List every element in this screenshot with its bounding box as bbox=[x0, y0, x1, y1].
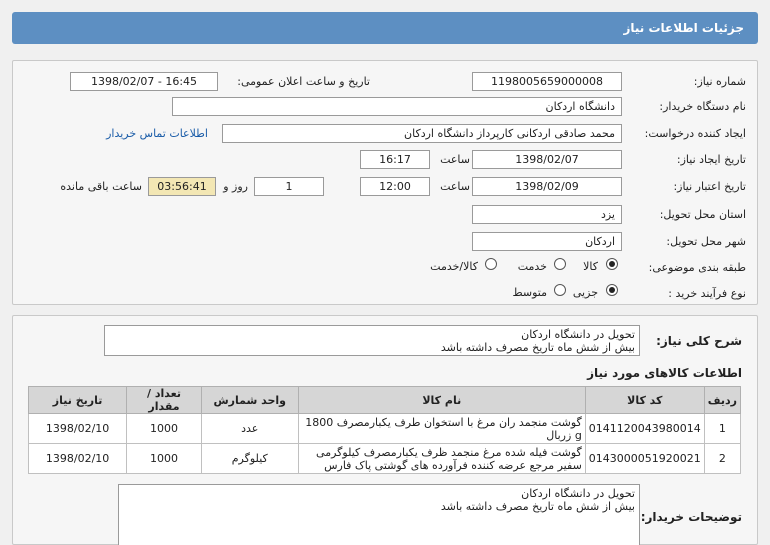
cell-name: گوشت فیله شده مرغ منجمد ظرف یکبارمصرف کی… bbox=[297, 443, 586, 474]
announce-date-field[interactable]: 1398/02/07 - 16:45 bbox=[70, 72, 218, 91]
process-medium-label: متوسط bbox=[512, 286, 547, 299]
col-unit: واحد شمارش bbox=[200, 386, 299, 414]
process-label: نوع فرآیند خرید : bbox=[668, 287, 746, 300]
need-number-field[interactable]: 1198005659000008 bbox=[472, 72, 622, 91]
validity-date-label: تاریخ اعتبار نیاز: bbox=[673, 180, 746, 193]
cell-code: 0141120043980014 bbox=[584, 413, 705, 444]
cell-unit: کیلوگرم bbox=[200, 443, 299, 474]
validity-time-field[interactable]: 12:00 bbox=[360, 177, 430, 196]
city-label: شهر محل تحویل: bbox=[666, 235, 746, 248]
buyer-label: نام دستگاه خریدار: bbox=[659, 100, 746, 113]
create-date-label: تاریخ ایجاد نیاز: bbox=[676, 153, 746, 166]
days-label: روز و bbox=[223, 180, 248, 193]
table-row[interactable]: 1 0141120043980014 گوشت منجمد ران مرغ با… bbox=[27, 413, 742, 444]
province-field[interactable]: یزد bbox=[472, 205, 622, 224]
col-qty: تعداد / مقدار bbox=[126, 386, 202, 414]
create-time-field[interactable]: 16:17 bbox=[360, 150, 430, 169]
remaining-days-field[interactable]: 1 bbox=[254, 177, 324, 196]
cell-qty: 1000 bbox=[126, 443, 202, 474]
summary-line-2: بیش از شش ماه تاریخ مصرف داشته باشد bbox=[440, 341, 635, 354]
process-medium-radio[interactable] bbox=[554, 284, 566, 296]
process-minor-radio[interactable] bbox=[606, 284, 618, 296]
category-service-radio[interactable] bbox=[554, 258, 566, 270]
buyer-notes-label: توضیحات خریدار: bbox=[640, 510, 742, 524]
cell-unit: عدد bbox=[200, 413, 299, 444]
province-label: استان محل تحویل: bbox=[659, 208, 746, 221]
table-header-row: ردیف کد کالا نام کالا واحد شمارش تعداد /… bbox=[27, 386, 742, 414]
cell-name: گوشت منجمد ران مرغ با استخوان طرف یکبارم… bbox=[297, 413, 586, 444]
validity-time-label: ساعت bbox=[440, 180, 470, 193]
col-date: تاریخ نیاز bbox=[27, 386, 128, 414]
category-goods-label: کالا bbox=[583, 260, 598, 273]
validity-date-field[interactable]: 1398/02/09 bbox=[472, 177, 622, 196]
cell-qty: 1000 bbox=[126, 413, 202, 444]
items-table: ردیف کد کالا نام کالا واحد شمارش تعداد /… bbox=[27, 386, 742, 474]
summary-line-1: تحویل در دانشگاه اردکان bbox=[521, 328, 635, 341]
table-row[interactable]: 2 0143000051920021 گوشت فیله شده مرغ منج… bbox=[27, 443, 742, 474]
summary-text: تحویل در دانشگاه اردکان بیش از شش ماه تا… bbox=[104, 325, 640, 356]
cell-date: 1398/02/10 bbox=[27, 413, 128, 444]
category-service-label: خدمت bbox=[517, 260, 547, 273]
city-field[interactable]: اردکان bbox=[472, 232, 622, 251]
category-goods-service-label: کالا/خدمت bbox=[430, 260, 478, 273]
category-label: طبقه بندی موضوعی: bbox=[648, 261, 746, 274]
announce-date-label: تاریخ و ساعت اعلان عمومی: bbox=[237, 75, 370, 88]
contact-buyer-link[interactable]: اطلاعات تماس خریدار bbox=[106, 127, 208, 140]
creator-field[interactable]: محمد صادقی اردکانی کارپرداز دانشگاه اردک… bbox=[222, 124, 622, 143]
cell-date: 1398/02/10 bbox=[27, 443, 128, 474]
buyer-notes-line-2: بیش از شش ماه تاریخ مصرف داشته باشد bbox=[440, 500, 635, 513]
create-time-label: ساعت bbox=[440, 153, 470, 166]
items-section-title: اطلاعات کالاهای مورد نیاز bbox=[587, 366, 742, 380]
cell-code: 0143000051920021 bbox=[584, 443, 705, 474]
process-minor-label: جزیی bbox=[572, 286, 598, 299]
buyer-notes-text: تحویل در دانشگاه اردکان بیش از شش ماه تا… bbox=[118, 484, 640, 545]
remaining-label: ساعت باقی مانده bbox=[60, 180, 142, 193]
col-name: نام کالا bbox=[297, 386, 586, 414]
summary-label: شرح کلی نیاز: bbox=[656, 334, 742, 348]
remaining-time-field: 03:56:41 bbox=[148, 177, 216, 196]
cell-row: 1 bbox=[703, 413, 742, 444]
creator-label: ایجاد کننده درخواست: bbox=[644, 127, 746, 140]
col-row: ردیف bbox=[703, 386, 742, 414]
col-code: کد کالا bbox=[584, 386, 705, 414]
create-date-field[interactable]: 1398/02/07 bbox=[472, 150, 622, 169]
cell-row: 2 bbox=[703, 443, 742, 474]
category-goods-radio[interactable] bbox=[606, 258, 618, 270]
buyer-field[interactable]: دانشگاه اردکان bbox=[172, 97, 622, 116]
need-number-label: شماره نیاز: bbox=[693, 75, 746, 88]
category-goods-service-radio[interactable] bbox=[485, 258, 497, 270]
page-title: جزئیات اطلاعات نیاز bbox=[12, 12, 758, 44]
buyer-notes-line-1: تحویل در دانشگاه اردکان bbox=[521, 487, 635, 500]
